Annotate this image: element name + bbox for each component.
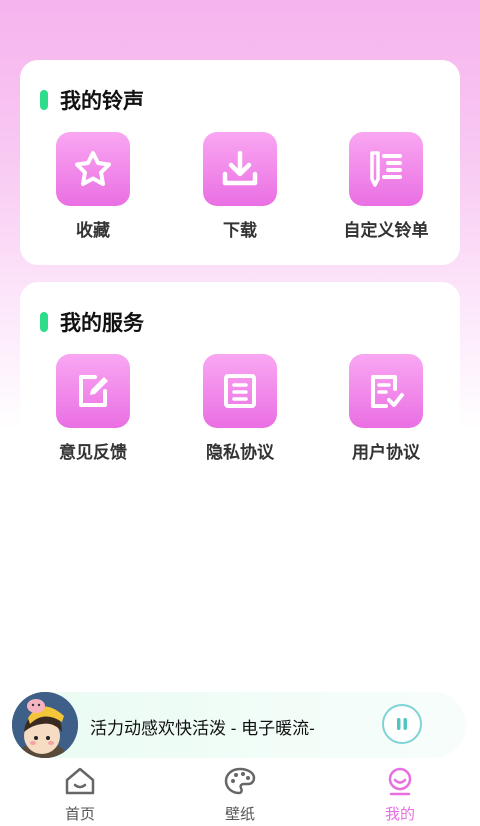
section-title: 我的服务 <box>40 308 144 336</box>
tab-wallpaper-label: 壁纸 <box>224 806 255 823</box>
pause-button[interactable] <box>382 704 422 744</box>
home-icon <box>65 767 95 795</box>
title-accent-bar <box>40 90 48 110</box>
my-services-card: 我的服务 意见反馈 隐私协议 用户协议 <box>20 282 460 467</box>
tab-home-label: 首页 <box>64 806 95 823</box>
song-title: 活力动感欢快活泼 - 电子暖流- <box>90 719 315 738</box>
ringtones-title: 我的铃声 <box>60 90 144 113</box>
tab-wallpaper[interactable]: 壁纸 <box>200 766 280 824</box>
feedback-button[interactable]: 意见反馈 <box>33 354 153 463</box>
downloads-label: 下载 <box>223 221 257 240</box>
user-agreement-label: 用户协议 <box>352 443 420 462</box>
section-title: 我的铃声 <box>40 86 144 114</box>
palette-icon <box>224 767 256 795</box>
services-title: 我的服务 <box>60 312 144 335</box>
bottom-tab-bar: 首页 壁纸 我的 <box>0 760 480 826</box>
custom-list-icon <box>349 132 423 206</box>
privacy-policy-button[interactable]: 隐私协议 <box>180 354 300 463</box>
star-icon <box>56 132 130 206</box>
user-agreement-button[interactable]: 用户协议 <box>326 354 446 463</box>
checklist-icon <box>349 354 423 428</box>
download-icon <box>203 132 277 206</box>
edit-icon <box>56 354 130 428</box>
favorites-button[interactable]: 收藏 <box>33 132 153 241</box>
custom-playlist-button[interactable]: 自定义铃单 <box>326 132 446 241</box>
title-accent-bar <box>40 312 48 332</box>
privacy-policy-label: 隐私协议 <box>206 443 274 462</box>
tab-home[interactable]: 首页 <box>40 766 120 824</box>
album-avatar <box>12 692 78 758</box>
feedback-label: 意见反馈 <box>59 443 127 462</box>
tab-profile-label: 我的 <box>384 806 415 823</box>
tab-profile[interactable]: 我的 <box>360 766 440 824</box>
custom-playlist-label: 自定义铃单 <box>343 221 429 240</box>
downloads-button[interactable]: 下载 <box>180 132 300 241</box>
pause-icon <box>397 718 407 730</box>
my-ringtones-card: 我的铃声 收藏 下载 自定义铃单 <box>20 60 460 265</box>
profile-icon <box>388 767 412 796</box>
document-icon <box>203 354 277 428</box>
mini-player[interactable]: 活力动感欢快活泼 - 电子暖流- <box>12 692 466 758</box>
favorites-label: 收藏 <box>76 221 110 240</box>
